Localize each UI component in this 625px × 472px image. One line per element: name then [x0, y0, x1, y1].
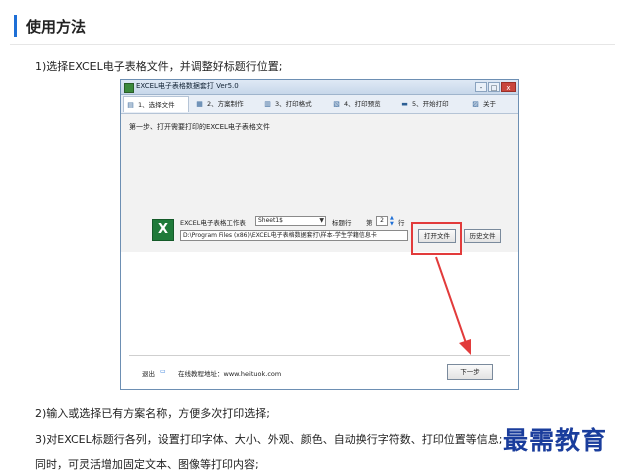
step-2-text: 2)输入或选择已有方案名称，方便多次打印选择; — [35, 407, 270, 420]
arrow-head — [459, 339, 471, 355]
watermark-logo: 最需教育 — [503, 426, 608, 455]
step-3-continued-text: 同时，可灵活增加固定文本、图像等打印内容; — [35, 458, 259, 471]
arrow-shaft — [435, 256, 467, 344]
step-3-text: 3)对EXCEL标题行各列，设置打印字体、大小、外观、颜色、自动换行字符数、打印… — [35, 433, 503, 446]
annotation-arrow — [435, 256, 471, 355]
